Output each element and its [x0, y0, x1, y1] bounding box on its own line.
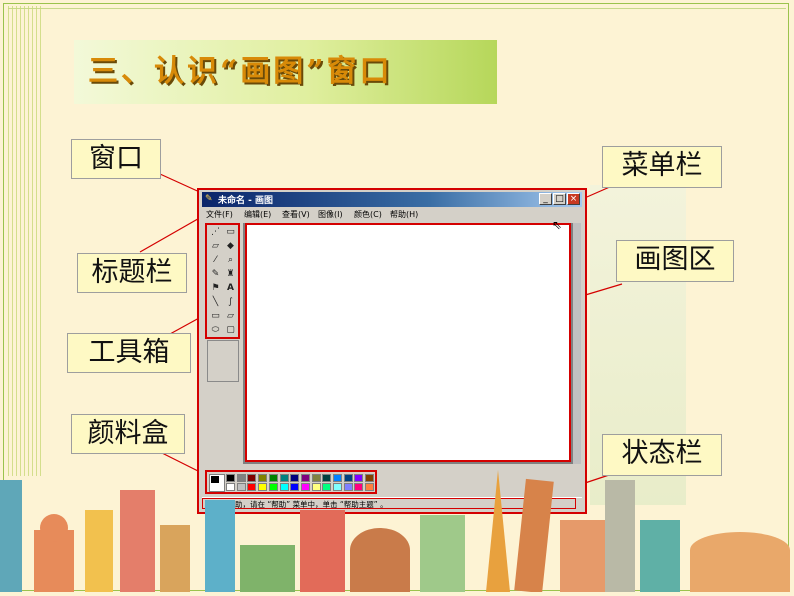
- paint-window: ✎ 未命名 - 画图 _ □ × 文件(F) 编辑(E) 查看(V) 图像(I)…: [197, 188, 587, 514]
- free-select-icon[interactable]: ⋰: [209, 226, 222, 238]
- menu-view[interactable]: 查看(V): [282, 209, 310, 220]
- close-button[interactable]: ×: [567, 193, 580, 205]
- paint-app-icon: ✎: [205, 194, 213, 204]
- mouse-cursor-icon: ⇖: [552, 218, 563, 232]
- menu-colors[interactable]: 颜色(C): [354, 209, 382, 220]
- title-bar[interactable]: ✎ 未命名 - 画图 _ □ ×: [202, 192, 582, 207]
- rounded-rect-tool-icon[interactable]: ▢: [224, 324, 237, 336]
- window-title: 未命名 - 画图: [218, 196, 274, 206]
- drawing-canvas[interactable]: [245, 223, 571, 462]
- menu-file[interactable]: 文件(F): [206, 209, 233, 220]
- fill-bucket-icon[interactable]: ◆: [224, 240, 237, 252]
- polygon-tool-icon[interactable]: ▱: [224, 310, 237, 322]
- rectangle-tool-icon[interactable]: ▭: [209, 310, 222, 322]
- curve-tool-icon[interactable]: ∫: [224, 296, 237, 308]
- vertical-scrollbar[interactable]: [573, 223, 581, 464]
- pencil-icon[interactable]: ✎: [209, 268, 222, 280]
- label-title-bar: 标题栏: [77, 253, 187, 293]
- city-skyline-illustration: [0, 470, 790, 592]
- eraser-icon[interactable]: ▱: [209, 240, 222, 252]
- magnifier-icon[interactable]: ⌕: [224, 254, 237, 266]
- label-palette: 颜料盒: [71, 414, 185, 454]
- text-tool-icon[interactable]: A: [224, 282, 237, 294]
- label-drawing-area: 画图区: [616, 240, 734, 282]
- label-toolbox: 工具箱: [67, 333, 191, 373]
- toolbox: ⋰ ▭ ▱ ◆ ⁄ ⌕ ✎ ♜ ⚑ A ╲ ∫ ▭ ▱ ⬭ ▢: [205, 223, 240, 339]
- rect-select-icon[interactable]: ▭: [224, 226, 237, 238]
- maximize-button[interactable]: □: [553, 193, 566, 205]
- ellipse-tool-icon[interactable]: ⬭: [209, 324, 222, 336]
- minimize-button[interactable]: _: [539, 193, 552, 205]
- color-picker-icon[interactable]: ⁄: [209, 254, 222, 266]
- menu-image[interactable]: 图像(I): [318, 209, 343, 220]
- menu-help[interactable]: 帮助(H): [390, 209, 418, 220]
- label-window: 窗口: [71, 139, 161, 179]
- line-tool-icon[interactable]: ╲: [209, 296, 222, 308]
- airbrush-icon[interactable]: ⚑: [209, 282, 222, 294]
- tool-options-box[interactable]: [207, 340, 239, 382]
- brush-icon[interactable]: ♜: [224, 268, 237, 280]
- label-menu-bar: 菜单栏: [602, 146, 722, 188]
- menu-bar: 文件(F) 编辑(E) 查看(V) 图像(I) 颜色(C) 帮助(H): [202, 209, 582, 221]
- menu-edit[interactable]: 编辑(E): [244, 209, 271, 220]
